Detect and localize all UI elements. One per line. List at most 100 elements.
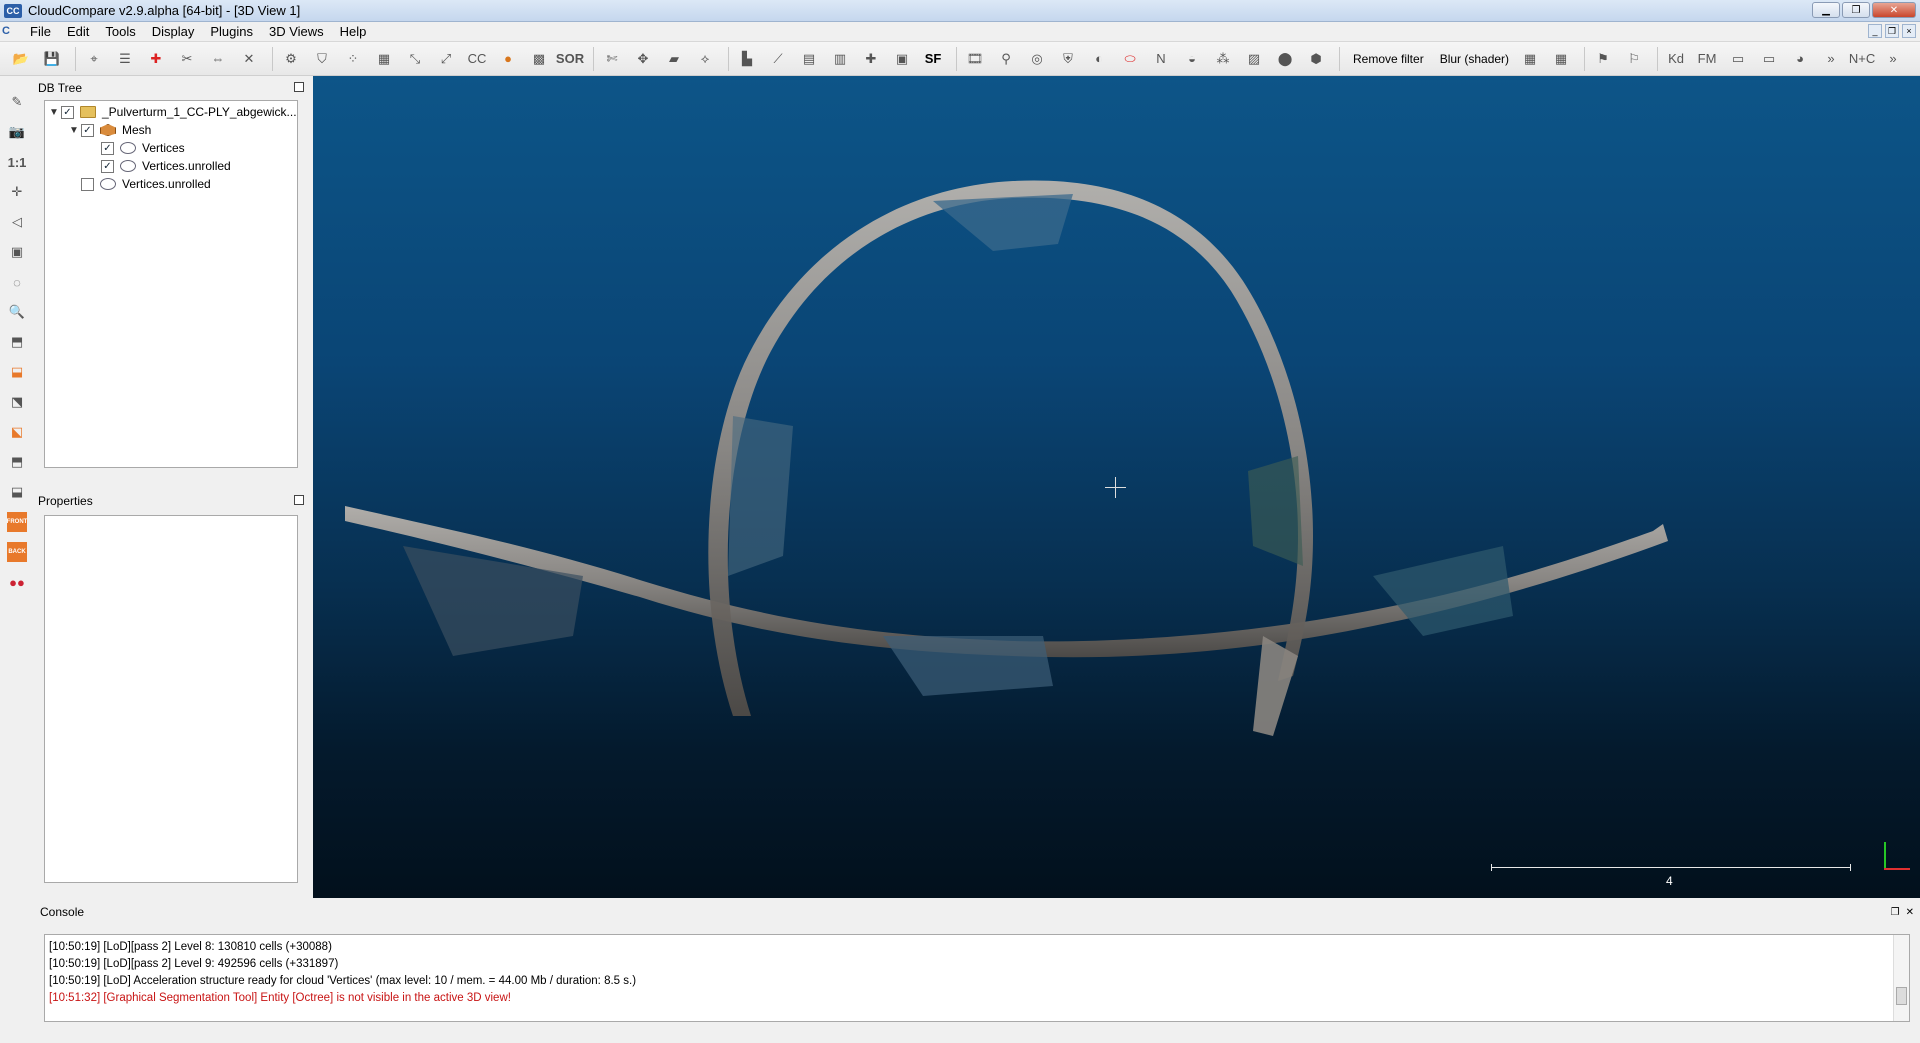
dock-float-icon[interactable]: [294, 82, 304, 92]
3d-view[interactable]: 4: [313, 76, 1920, 898]
shade-icon[interactable]: ◐: [1086, 46, 1112, 72]
light-icon[interactable]: ⚲: [993, 46, 1019, 72]
align-icon[interactable]: ⤡: [402, 46, 428, 72]
calculator-icon[interactable]: ▣: [889, 46, 915, 72]
view-bottom-icon[interactable]: ⬒: [5, 450, 29, 474]
collapse-arrow-icon[interactable]: ▼: [67, 125, 81, 136]
gradient-icon[interactable]: ⟋: [765, 46, 791, 72]
zoom-icon[interactable]: 🔍: [5, 300, 29, 324]
compute-cc-icon[interactable]: CC: [464, 46, 490, 72]
histogram-icon[interactable]: ▙: [734, 46, 760, 72]
console-log[interactable]: [10:50:19] [LoD][pass 2] Level 8: 130810…: [44, 934, 1910, 1022]
ransac-icon[interactable]: ⬢: [1303, 46, 1329, 72]
sor-filter-icon[interactable]: SOR: [556, 46, 584, 72]
tree-item-vertices-unrolled[interactable]: ✓ Vertices.unrolled: [45, 157, 297, 175]
view-left-icon[interactable]: ⬔: [5, 390, 29, 414]
mesh-icon[interactable]: ▦: [371, 46, 397, 72]
perspective-icon[interactable]: ◁: [5, 210, 29, 234]
blur-shader-button[interactable]: Blur (shader): [1432, 52, 1517, 66]
view-back-button[interactable]: BACK: [5, 540, 29, 564]
plugin-c-icon[interactable]: ◕: [1787, 46, 1813, 72]
view-front-icon[interactable]: ⬓: [5, 360, 29, 384]
mdi-restore-button[interactable]: ❐: [1885, 24, 1899, 38]
shield-icon[interactable]: ⛨: [1055, 46, 1081, 72]
mdi-close-button[interactable]: ×: [1902, 24, 1916, 38]
subsample-icon[interactable]: ⁘: [340, 46, 366, 72]
view-front-button[interactable]: FRONT: [5, 510, 29, 534]
python-icon[interactable]: S: [1911, 46, 1920, 72]
remove-filter-button[interactable]: Remove filter: [1345, 52, 1432, 66]
console-scrollbar[interactable]: [1893, 935, 1909, 1021]
tree-item-vertices[interactable]: ✓ Vertices: [45, 139, 297, 157]
cross-section-icon[interactable]: ⟡: [692, 46, 718, 72]
camera-icon[interactable]: 📷: [5, 120, 29, 144]
dock-float-icon[interactable]: [294, 495, 304, 505]
list-icon[interactable]: ☰: [112, 46, 138, 72]
stats-icon[interactable]: ▤: [796, 46, 822, 72]
plugin-b-icon[interactable]: ▭: [1756, 46, 1782, 72]
pcv-icon[interactable]: ▨: [1241, 46, 1267, 72]
kd-tree-icon[interactable]: Kd: [1663, 46, 1689, 72]
tree-item-vertices-unrolled-2[interactable]: Vertices.unrolled: [45, 175, 297, 193]
visibility-checkbox[interactable]: ✓: [101, 141, 114, 155]
menu-tools[interactable]: Tools: [97, 22, 143, 42]
merge-icon[interactable]: ⛉: [309, 46, 335, 72]
register-icon[interactable]: ⤢: [433, 46, 459, 72]
mdi-minimize-button[interactable]: _: [1868, 24, 1882, 38]
visibility-checkbox[interactable]: ✓: [61, 105, 74, 119]
ellipse-icon[interactable]: ⬭: [1117, 46, 1143, 72]
menu-file[interactable]: File: [22, 22, 59, 42]
hpr-icon[interactable]: ◒: [1179, 46, 1205, 72]
normals-icon[interactable]: N+C: [1849, 46, 1875, 72]
cube-view-icon[interactable]: ▣: [5, 240, 29, 264]
pencil-icon[interactable]: ✎: [5, 90, 29, 114]
visibility-checkbox[interactable]: ✓: [101, 159, 114, 173]
compass-icon[interactable]: ◎: [1024, 46, 1050, 72]
sample-points-icon[interactable]: ⚙: [278, 46, 304, 72]
tree-item-root[interactable]: ▼ ✓ _Pulverturm_1_CC-PLY_abgewick...: [45, 103, 297, 121]
canupo-create-icon[interactable]: ⚑: [1590, 46, 1616, 72]
stereo-icon[interactable]: ●●: [5, 570, 29, 594]
orbit-icon[interactable]: ◌: [5, 270, 29, 294]
menu-display[interactable]: Display: [144, 22, 203, 42]
minimize-button[interactable]: ▁: [1812, 2, 1840, 18]
pick-rotation-center-icon[interactable]: ⌖: [81, 46, 107, 72]
plane-icon[interactable]: ▰: [661, 46, 687, 72]
fm-icon[interactable]: FM: [1694, 46, 1720, 72]
add-sf-icon[interactable]: ✚: [858, 46, 884, 72]
scrollbar-thumb[interactable]: [1896, 987, 1907, 1005]
color-icon[interactable]: ●: [495, 46, 521, 72]
delete-icon[interactable]: ✕: [236, 46, 262, 72]
view-iso-icon[interactable]: ⬓: [5, 480, 29, 504]
sphere-icon[interactable]: ⬤: [1272, 46, 1298, 72]
tree-item-mesh[interactable]: ▼ ✓ Mesh: [45, 121, 297, 139]
scissors-icon[interactable]: ✄: [599, 46, 625, 72]
point-picking-icon[interactable]: ✚: [143, 46, 169, 72]
segment-icon[interactable]: ✂: [174, 46, 200, 72]
move-icon[interactable]: ✥: [630, 46, 656, 72]
pivot-icon[interactable]: ✛: [5, 180, 29, 204]
north-icon[interactable]: N: [1148, 46, 1174, 72]
restore-button[interactable]: ❐: [1842, 2, 1870, 18]
plugin-a-icon[interactable]: ▭: [1725, 46, 1751, 72]
scalar-field-icon[interactable]: SF: [920, 46, 946, 72]
canupo-classify-icon[interactable]: ⚐: [1621, 46, 1647, 72]
m3c2-icon[interactable]: ⁂: [1210, 46, 1236, 72]
checkerboard-icon[interactable]: ▩: [526, 46, 552, 72]
menu-plugins[interactable]: Plugins: [202, 22, 261, 42]
film-icon[interactable]: 🎞: [962, 46, 988, 72]
edl-icon[interactable]: ▦: [1517, 46, 1543, 72]
view-top-icon[interactable]: ⬒: [5, 330, 29, 354]
ssao-icon[interactable]: ▦: [1548, 46, 1574, 72]
expand-toolbar-icon[interactable]: »: [1818, 46, 1844, 72]
expand-toolbar-2-icon[interactable]: »: [1880, 46, 1906, 72]
menu-edit[interactable]: Edit: [59, 22, 97, 42]
visibility-checkbox[interactable]: [81, 177, 94, 191]
console-float-icon[interactable]: ❐: [1891, 905, 1900, 921]
close-button[interactable]: ✕: [1872, 2, 1916, 18]
visibility-checkbox[interactable]: ✓: [81, 123, 94, 137]
collapse-arrow-icon[interactable]: ▼: [47, 107, 61, 118]
zoom-1-1-button[interactable]: 1:1: [5, 150, 29, 174]
translate-rotate-icon[interactable]: ⇔: [205, 46, 231, 72]
save-icon[interactable]: 💾: [39, 46, 65, 72]
